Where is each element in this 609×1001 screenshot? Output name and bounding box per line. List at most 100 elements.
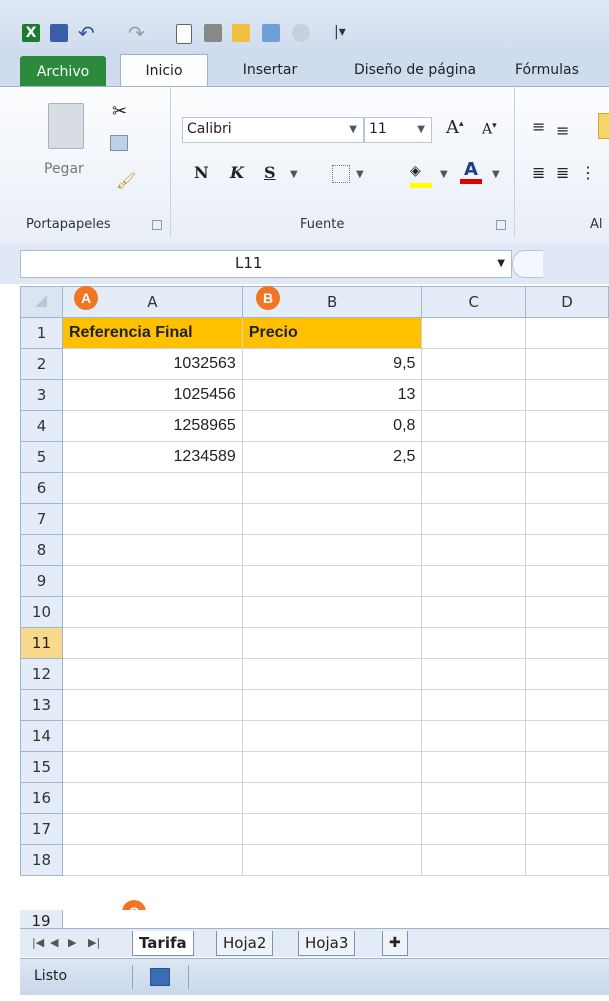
cell-d[interactable]: [525, 751, 609, 783]
spreadsheet-grid[interactable]: A B C D 1 Referencia Final Precio 2 1032563 9…: [20, 286, 609, 876]
cell-a[interactable]: 1258965: [61, 410, 243, 442]
cell-c[interactable]: [421, 689, 527, 721]
row-header[interactable]: 9: [20, 565, 63, 597]
copy-icon[interactable]: [110, 135, 128, 151]
row-header[interactable]: 16: [20, 782, 63, 814]
align-middle-icon[interactable]: ≡: [556, 121, 569, 140]
cell-a[interactable]: [61, 658, 243, 690]
tab-insertar[interactable]: Insertar: [220, 54, 320, 86]
font-name-select[interactable]: Calibri ▼: [182, 117, 364, 143]
chevron-down-icon[interactable]: ▼: [492, 169, 500, 180]
borders-icon[interactable]: [332, 165, 350, 183]
chevron-down-icon[interactable]: ▼: [440, 169, 448, 180]
cell-c[interactable]: [421, 503, 527, 535]
cell-d[interactable]: [525, 441, 609, 473]
cell-c[interactable]: [421, 379, 527, 411]
cell-d[interactable]: [525, 782, 609, 814]
cell-a[interactable]: [61, 689, 243, 721]
cut-icon[interactable]: ✂: [112, 101, 127, 122]
row-header[interactable]: 8: [20, 534, 63, 566]
cell-d[interactable]: [525, 565, 609, 597]
cell-c[interactable]: [421, 813, 527, 845]
table-row[interactable]: 4 1258965 0,8: [20, 410, 609, 442]
cell-c[interactable]: [421, 658, 527, 690]
table-row[interactable]: 16: [20, 782, 609, 814]
open-folder-icon[interactable]: [232, 24, 250, 42]
cell-a[interactable]: [61, 472, 243, 504]
next-sheet-icon[interactable]: ▶: [62, 931, 82, 955]
row-header[interactable]: 7: [20, 503, 63, 535]
table-row[interactable]: 14: [20, 720, 609, 752]
cell-c[interactable]: [421, 472, 527, 504]
macro-record-icon[interactable]: [150, 968, 170, 986]
last-sheet-icon[interactable]: ▶|: [82, 931, 106, 955]
cell-b[interactable]: [241, 689, 423, 721]
row-header[interactable]: 5: [20, 441, 63, 473]
align-center-icon[interactable]: ≣: [556, 163, 569, 182]
sheet-tab-hoja2[interactable]: Hoja2: [216, 931, 274, 956]
cell-a[interactable]: 1032563: [61, 348, 243, 380]
table-row[interactable]: 2 1032563 9,5: [20, 348, 609, 380]
table-row[interactable]: 7: [20, 503, 609, 535]
font-color-icon[interactable]: A: [460, 159, 482, 184]
row-header[interactable]: 13: [20, 689, 63, 721]
row-header[interactable]: 12: [20, 658, 63, 690]
chevron-down-icon[interactable]: ▼: [290, 169, 298, 180]
cell-d[interactable]: [525, 410, 609, 442]
redo-icon[interactable]: ↷: [128, 23, 146, 43]
table-row[interactable]: 17: [20, 813, 609, 845]
cell-b[interactable]: 0,8: [241, 410, 423, 442]
tab-formulas[interactable]: Fórmulas: [515, 54, 609, 86]
cell-d[interactable]: [525, 844, 609, 876]
cell-b[interactable]: 2,5: [241, 441, 423, 473]
sheet-tab-tarifa[interactable]: Tarifa: [132, 931, 194, 956]
cell-d[interactable]: [525, 689, 609, 721]
cell-c[interactable]: [421, 596, 527, 628]
cell-c[interactable]: [421, 782, 527, 814]
cell-d[interactable]: [525, 720, 609, 752]
sheet-tab-hoja3[interactable]: Hoja3: [298, 931, 356, 956]
cell-b[interactable]: [241, 627, 423, 659]
insert-sheet-icon[interactable]: ✚: [382, 931, 408, 956]
grow-font-icon[interactable]: A▴: [446, 117, 464, 138]
row-header[interactable]: 18: [20, 844, 63, 876]
cell-d[interactable]: [525, 813, 609, 845]
table-row[interactable]: 11: [20, 627, 609, 659]
cell-b[interactable]: [241, 534, 423, 566]
table-row[interactable]: 3 1025456 13: [20, 379, 609, 411]
paste-icon[interactable]: [48, 103, 84, 149]
table-row[interactable]: 10: [20, 596, 609, 628]
cell-b[interactable]: [241, 813, 423, 845]
cell-d[interactable]: [525, 596, 609, 628]
cell-c[interactable]: [421, 720, 527, 752]
cell-c[interactable]: [421, 317, 527, 349]
cell-b[interactable]: [241, 751, 423, 783]
cell-b[interactable]: 9,5: [241, 348, 423, 380]
cell-b[interactable]: [241, 472, 423, 504]
row-header[interactable]: 10: [20, 596, 63, 628]
shrink-font-icon[interactable]: A▾: [482, 121, 497, 138]
cell-c[interactable]: [421, 410, 527, 442]
cell-a[interactable]: [61, 534, 243, 566]
underline-button[interactable]: S: [264, 163, 276, 182]
cell-d[interactable]: [525, 348, 609, 380]
table-row[interactable]: 12: [20, 658, 609, 690]
cell-a[interactable]: Referencia Final: [61, 317, 243, 349]
cell-c[interactable]: [421, 565, 527, 597]
italic-button[interactable]: K: [230, 163, 244, 182]
clipboard-launcher-icon[interactable]: [152, 220, 162, 230]
row-header[interactable]: 14: [20, 720, 63, 752]
cell-b[interactable]: [241, 782, 423, 814]
cell-a[interactable]: [61, 751, 243, 783]
cell-a[interactable]: [61, 720, 243, 752]
align-top-icon[interactable]: ≡: [532, 117, 545, 136]
align-right-icon[interactable]: ⋮: [580, 163, 596, 182]
row-header[interactable]: 15: [20, 751, 63, 783]
cell-a[interactable]: [61, 503, 243, 535]
cell-a[interactable]: [61, 565, 243, 597]
cell-c[interactable]: [421, 751, 527, 783]
undo-icon[interactable]: ↶: [78, 23, 96, 43]
cell-a[interactable]: 1025456: [61, 379, 243, 411]
print-preview-icon[interactable]: [204, 24, 222, 42]
font-launcher-icon[interactable]: [496, 220, 506, 230]
